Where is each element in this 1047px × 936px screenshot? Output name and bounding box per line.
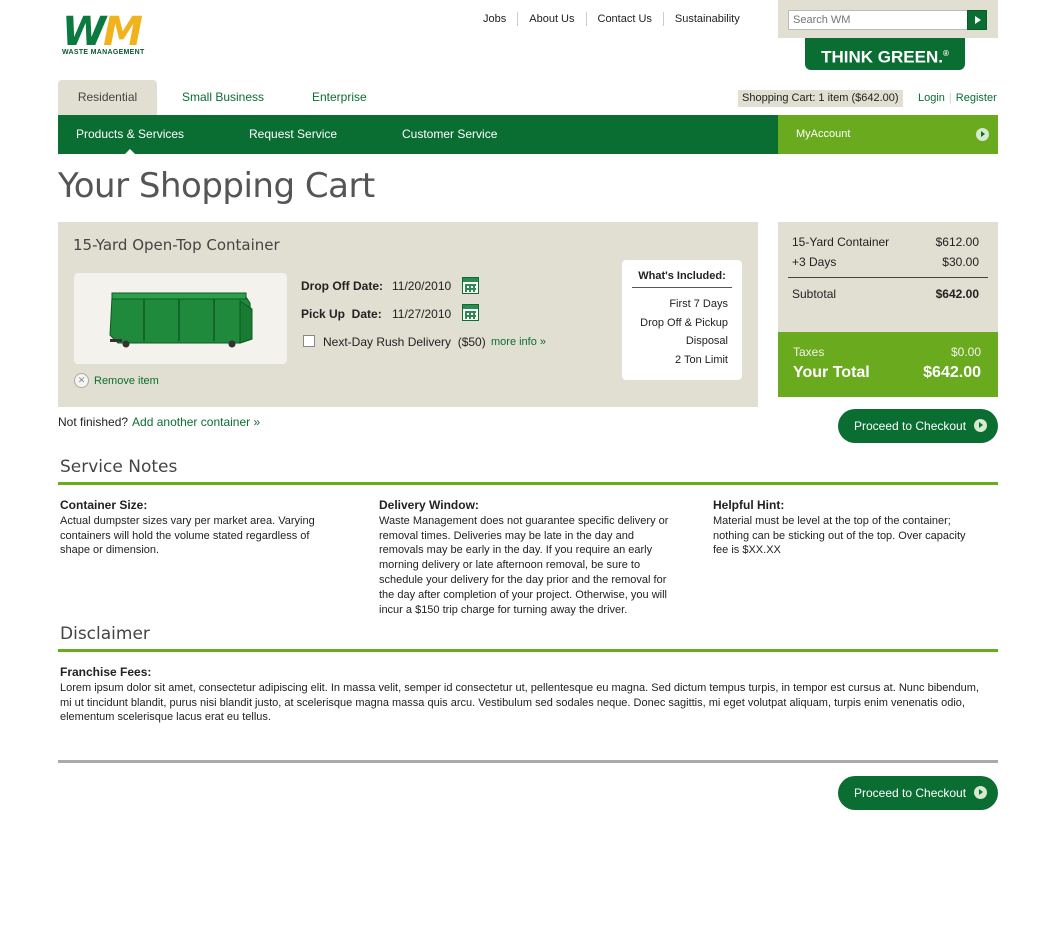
subtotal-label: Subtotal: [792, 287, 837, 301]
total-panel: Taxes $0.00 Your Total $642.00: [778, 332, 998, 397]
section-divider: [58, 649, 998, 652]
link-about-us[interactable]: About Us: [517, 12, 585, 26]
pickup-date-label: Pick Up Date:: [301, 307, 382, 321]
summary-divider: [788, 277, 988, 278]
subtotal-value: $642.00: [935, 287, 979, 301]
bottom-divider: [58, 760, 998, 763]
rush-delivery-label: Next-Day Rush Delivery ($50): [323, 335, 486, 349]
included-list: First 7 Days Drop Off & Pickup Disposal …: [622, 288, 742, 369]
auth-links: Login | Register: [918, 92, 997, 104]
not-finished-label: Not finished?: [58, 415, 129, 429]
section-divider: [58, 482, 998, 485]
link-contact-us[interactable]: Contact Us: [585, 12, 663, 26]
total-row: Your Total $642.00: [793, 364, 981, 382]
disclaimer-title: Disclaimer: [60, 624, 150, 644]
page-title: Your Shopping Cart: [58, 166, 375, 206]
remove-item-label: Remove item: [94, 374, 159, 387]
my-account-label: MyAccount: [796, 128, 851, 140]
dropoff-date-label: Drop Off Date:: [301, 279, 383, 293]
note-text: Material must be level at the top of the…: [713, 514, 966, 557]
more-info-link[interactable]: more info »: [491, 336, 546, 348]
tab-small-business[interactable]: Small Business: [170, 80, 276, 115]
note-text: Actual dumpster sizes vary per market ar…: [60, 514, 315, 557]
note-text: Waste Management does not guarantee spec…: [379, 514, 669, 616]
arrow-right-icon: [974, 419, 987, 432]
included-item: Drop Off & Pickup: [640, 316, 728, 329]
whats-included-box: What's Included: First 7 Days Drop Off &…: [622, 260, 742, 380]
order-summary: 15-Yard Container $612.00 +3 Days $30.00…: [778, 222, 998, 332]
disclaimer-block: Franchise Fees: Lorem ipsum dolor sit am…: [60, 665, 985, 725]
container-image: [74, 273, 287, 364]
cart-summary-link[interactable]: Shopping Cart: 1 item ($642.00): [738, 90, 903, 107]
included-item: First 7 Days: [669, 298, 728, 310]
link-sustainability[interactable]: Sustainability: [662, 12, 751, 26]
service-notes-title: Service Notes: [60, 457, 178, 477]
nav-customer-service[interactable]: Customer Service: [402, 115, 497, 154]
wm-logo[interactable]: WM WASTE MANAGEMENT: [62, 12, 176, 61]
remove-item-link[interactable]: ✕ Remove item: [74, 373, 159, 388]
arrow-right-icon: [976, 128, 989, 141]
nav-request-service[interactable]: Request Service: [249, 115, 337, 154]
disclaimer-heading: Franchise Fees:: [60, 665, 152, 679]
dropoff-calendar-icon[interactable]: [462, 277, 479, 294]
dropoff-date-value[interactable]: 11/20/2010: [392, 279, 451, 293]
search-go-button[interactable]: [967, 10, 987, 30]
total-value: $642.00: [923, 364, 981, 381]
nav-products-services[interactable]: Products & Services: [76, 115, 184, 154]
pickup-calendar-icon[interactable]: [462, 304, 479, 321]
summary-row-value: $612.00: [935, 235, 979, 249]
proceed-to-checkout-button-bottom[interactable]: Proceed to Checkout: [838, 776, 998, 810]
taxes-value: $0.00: [950, 345, 981, 359]
link-jobs[interactable]: Jobs: [472, 12, 517, 26]
whats-included-title: What's Included:: [632, 270, 732, 288]
logo-subtitle: WASTE MANAGEMENT: [62, 49, 145, 56]
register-link[interactable]: Register: [956, 92, 997, 104]
item-title: 15-Yard Open-Top Container: [73, 236, 280, 254]
think-green-banner[interactable]: THINK GREEN.®: [805, 38, 965, 70]
subtotal-row: Subtotal $642.00: [792, 287, 979, 301]
summary-row: +3 Days $30.00: [792, 255, 979, 269]
utility-links: Jobs About Us Contact Us Sustainability: [472, 12, 751, 26]
disclaimer-text: Lorem ipsum dolor sit amet, consectetur …: [60, 681, 979, 724]
registered-mark: ®: [942, 49, 949, 58]
checkout-label: Proceed to Checkout: [854, 419, 967, 433]
tab-enterprise[interactable]: Enterprise: [300, 80, 379, 115]
search-input[interactable]: [788, 10, 968, 30]
think-green-text: THINK GREEN.: [821, 47, 943, 67]
taxes-label: Taxes: [793, 345, 825, 359]
arrow-right-icon: [974, 786, 987, 799]
taxes-row: Taxes $0.00: [793, 345, 981, 359]
note-heading: Delivery Window:: [379, 498, 479, 512]
login-link[interactable]: Login: [918, 92, 945, 104]
note-heading: Container Size:: [60, 498, 148, 512]
rush-delivery-checkbox[interactable]: [303, 335, 315, 347]
pickup-date-value[interactable]: 11/27/2010: [392, 307, 451, 321]
my-account-button[interactable]: MyAccount: [778, 115, 998, 154]
included-item: 2 Ton Limit: [675, 353, 728, 366]
included-item: Disposal: [685, 335, 728, 347]
summary-row-label: +3 Days: [792, 255, 837, 269]
summary-row-value: $30.00: [942, 255, 979, 269]
proceed-to-checkout-button[interactable]: Proceed to Checkout: [838, 409, 998, 443]
summary-row: 15-Yard Container $612.00: [792, 235, 979, 249]
main-nav: Products & Services Request Service Cust…: [58, 115, 778, 154]
note-container-size: Container Size: Actual dumpster sizes va…: [60, 498, 330, 558]
total-label: Your Total: [793, 364, 870, 381]
auth-divider: |: [948, 92, 952, 104]
note-helpful-hint: Helpful Hint: Material must be level at …: [713, 498, 975, 558]
not-finished-row: Not finished? Add another container »: [58, 415, 260, 429]
summary-row-label: 15-Yard Container: [792, 235, 890, 249]
note-delivery-window: Delivery Window: Waste Management does n…: [379, 498, 677, 617]
add-another-container-link[interactable]: Add another container »: [132, 415, 260, 429]
dumpster-illustration: [109, 292, 253, 348]
tab-residential[interactable]: Residential: [58, 80, 157, 115]
note-heading: Helpful Hint:: [713, 498, 785, 512]
remove-x-icon: ✕: [74, 373, 89, 388]
cart-item-panel: 15-Yard Open-Top Container ✕ Remove item…: [58, 222, 758, 407]
search-panel: [778, 0, 998, 38]
checkout-label: Proceed to Checkout: [854, 786, 967, 800]
